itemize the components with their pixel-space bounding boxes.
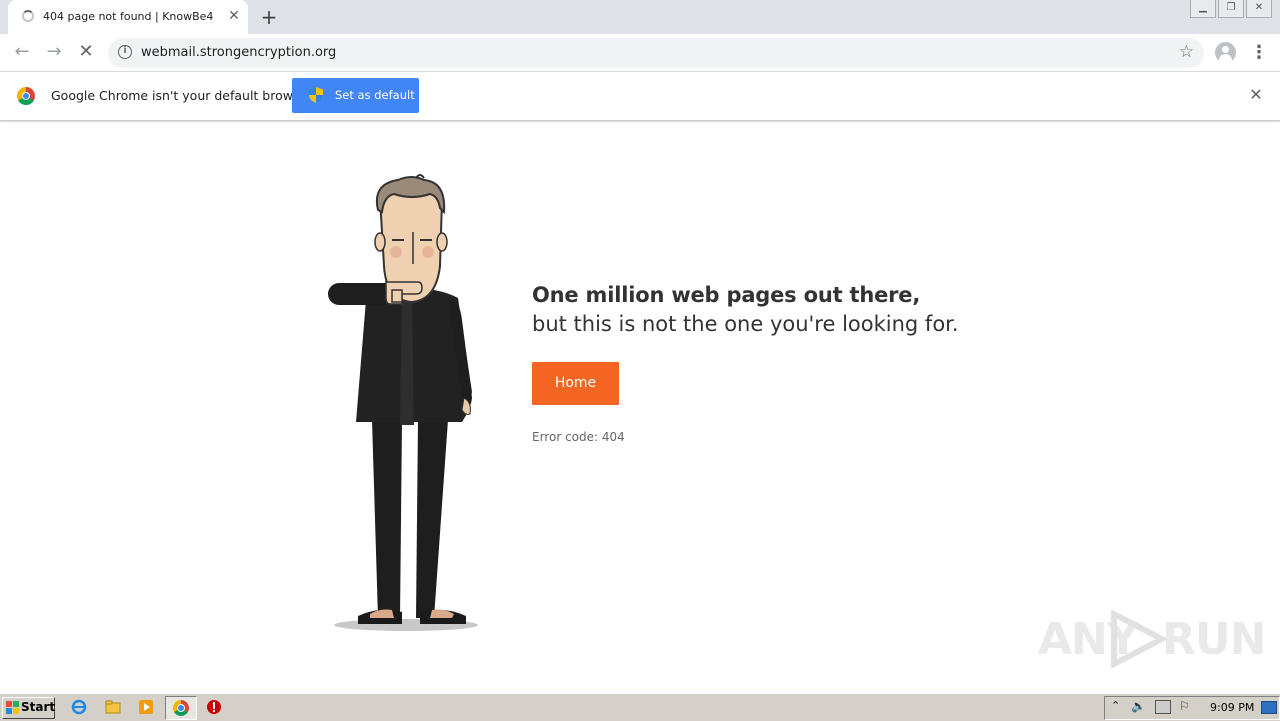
media-player-icon[interactable] (138, 699, 154, 715)
start-button[interactable]: Start (2, 697, 55, 719)
close-window-button[interactable]: ✕ (1246, 0, 1272, 18)
stop-loading-icon[interactable]: ✕ (75, 42, 97, 64)
watermark-right-text: RUN (1162, 614, 1266, 665)
stop-sign-icon[interactable] (206, 699, 222, 715)
show-desktop-icon[interactable] (1261, 701, 1277, 714)
set-as-default-label: Set as default (335, 88, 415, 102)
chrome-taskbar-icon (173, 700, 189, 716)
address-bar[interactable]: i webmail.strongencryption.org ☆ (108, 38, 1204, 68)
set-as-default-button[interactable]: Set as default (292, 78, 419, 113)
tab-close-icon[interactable]: ✕ (226, 8, 242, 24)
site-info-icon[interactable]: i (118, 45, 132, 59)
bookmark-star-icon[interactable]: ☆ (1179, 42, 1194, 62)
infobar-message: Google Chrome isn't your default browser (51, 88, 313, 103)
browser-tab[interactable]: 404 page not found | KnowBe4 ✕ (8, 0, 248, 34)
volume-icon[interactable]: 🔈 (1131, 699, 1146, 713)
restore-button[interactable]: ❐ (1218, 0, 1244, 18)
play-logo-icon (1111, 610, 1168, 668)
internet-explorer-icon[interactable] (71, 699, 87, 715)
windows-taskbar: Start ⌃ 🔈 ⚐ 9:09 PM (0, 693, 1280, 721)
page-subline: but this is not the one you're looking f… (532, 312, 959, 336)
taskbar-chrome-button[interactable] (165, 696, 197, 720)
taskbar-clock[interactable]: 9:09 PM (1210, 701, 1254, 714)
windows-flag-icon (6, 701, 19, 714)
url-text[interactable]: webmail.strongencryption.org (141, 45, 336, 60)
menu-kebab-icon[interactable]: ⋮ (1250, 42, 1268, 64)
back-arrow-icon[interactable]: ← (11, 42, 33, 64)
anyrun-watermark: ANY RUN (1038, 608, 1266, 670)
window-controls: ▁ ❐ ✕ (1188, 0, 1272, 18)
tray-expand-icon[interactable]: ⌃ (1111, 699, 1120, 712)
loading-spinner-icon (22, 10, 34, 22)
infobar-close-icon[interactable]: ✕ (1247, 85, 1265, 105)
chrome-logo-icon (17, 87, 35, 105)
home-button[interactable]: Home (532, 362, 619, 405)
man-illustration (328, 174, 478, 631)
minimize-button[interactable]: ▁ (1190, 0, 1216, 18)
tab-strip: 404 page not found | KnowBe4 ✕ + ▁ ❐ ✕ (0, 0, 1280, 34)
system-tray: ⌃ 🔈 ⚐ 9:09 PM (1104, 696, 1280, 720)
error-code-text: Error code: 404 (532, 430, 625, 444)
browser-toolbar: ← → ✕ i webmail.strongencryption.org ☆ ⋮ (0, 34, 1280, 72)
action-center-flag-icon[interactable]: ⚐ (1179, 699, 1190, 713)
start-label: Start (21, 700, 56, 714)
new-tab-button[interactable]: + (258, 6, 280, 28)
network-icon[interactable] (1155, 700, 1171, 714)
default-browser-infobar: Google Chrome isn't your default browser… (0, 72, 1280, 121)
forward-arrow-icon[interactable]: → (43, 42, 65, 64)
tab-title: 404 page not found | KnowBe4 (43, 10, 214, 23)
file-explorer-icon[interactable] (105, 699, 121, 715)
uac-shield-icon (309, 87, 323, 103)
page-headline: One million web pages out there, (532, 283, 921, 307)
profile-avatar-icon[interactable] (1215, 42, 1236, 63)
